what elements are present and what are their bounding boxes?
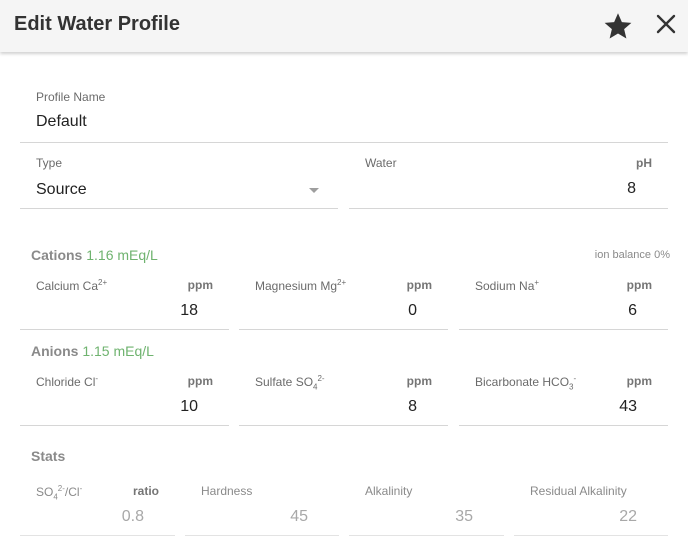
residual-alkalinity-field: Residual Alkalinity 22 xyxy=(514,481,668,536)
chevron-down-icon xyxy=(309,188,319,193)
hardness-field: Hardness 45 xyxy=(185,481,339,536)
water-ph-field[interactable]: Water pH 8 xyxy=(349,153,668,209)
sulfate-label: Sulfate SO42- xyxy=(255,374,325,392)
anions-header: Anions 1.15 mEq/L xyxy=(31,343,154,359)
so4-cl-ratio-value: 0.8 xyxy=(121,508,144,525)
magnesium-unit: ppm xyxy=(406,278,432,292)
cations-header: Cations 1.16 mEq/L xyxy=(31,247,158,263)
sodium-input[interactable]: 6 xyxy=(628,302,637,320)
calcium-input[interactable]: 18 xyxy=(180,302,198,320)
ph-unit: pH xyxy=(636,156,652,170)
sulfate-unit: ppm xyxy=(406,374,432,388)
ratio-unit: ratio xyxy=(132,484,159,498)
anions-title: Anions xyxy=(31,343,79,359)
magnesium-label: Magnesium Mg2+ xyxy=(255,278,347,293)
chloride-label: Chloride Cl- xyxy=(36,374,99,389)
profile-name-input[interactable]: Default xyxy=(36,113,87,131)
alkalinity-label: Alkalinity xyxy=(365,484,413,498)
chloride-field[interactable]: Chloride Cl- ppm 10 xyxy=(20,371,229,426)
bicarbonate-input[interactable]: 43 xyxy=(619,398,637,416)
magnesium-input[interactable]: 0 xyxy=(408,302,417,320)
sodium-label: Sodium Na+ xyxy=(475,278,540,293)
alkalinity-value: 35 xyxy=(455,508,473,525)
calcium-label: Calcium Ca2+ xyxy=(36,278,108,293)
sodium-unit: ppm xyxy=(626,278,652,292)
bicarbonate-unit: ppm xyxy=(626,374,652,388)
chloride-input[interactable]: 10 xyxy=(180,398,198,416)
stats-header: Stats xyxy=(31,448,66,464)
residual-alkalinity-value: 22 xyxy=(619,508,637,525)
type-label: Type xyxy=(36,156,63,170)
so4-cl-ratio-label: SO42-/Cl- xyxy=(36,484,83,502)
bicarbonate-label: Bicarbonate HCO3- xyxy=(475,374,577,392)
alkalinity-field: Alkalinity 35 xyxy=(349,481,504,536)
ph-input[interactable]: 8 xyxy=(627,180,636,198)
sulfate-field[interactable]: Sulfate SO42- ppm 8 xyxy=(239,371,448,426)
so4-cl-ratio-field: SO42-/Cl- ratio 0.8 xyxy=(20,481,175,536)
dialog-header: Edit Water Profile xyxy=(0,0,688,52)
cations-title: Cations xyxy=(31,247,83,263)
profile-name-field[interactable]: Profile Name Default xyxy=(20,87,668,143)
ion-balance: ion balance 0% xyxy=(594,249,670,261)
calcium-field[interactable]: Calcium Ca2+ ppm 18 xyxy=(20,275,229,330)
anions-meq: 1.15 mEq/L xyxy=(82,343,154,359)
type-select[interactable]: Type Source xyxy=(20,153,338,209)
hardness-label: Hardness xyxy=(201,484,253,498)
calcium-unit: ppm xyxy=(187,278,213,292)
magnesium-field[interactable]: Magnesium Mg2+ ppm 0 xyxy=(239,275,448,330)
water-label: Water xyxy=(365,156,397,170)
chloride-unit: ppm xyxy=(187,374,213,388)
type-value: Source xyxy=(36,181,87,198)
profile-name-label: Profile Name xyxy=(36,90,106,104)
residual-alkalinity-label: Residual Alkalinity xyxy=(530,484,627,498)
sodium-field[interactable]: Sodium Na+ ppm 6 xyxy=(459,275,668,330)
cations-meq: 1.16 mEq/L xyxy=(86,247,158,263)
close-icon[interactable] xyxy=(654,12,678,36)
bicarbonate-field[interactable]: Bicarbonate HCO3- ppm 43 xyxy=(459,371,668,426)
star-icon[interactable] xyxy=(603,11,633,41)
dialog-title: Edit Water Profile xyxy=(14,13,180,35)
hardness-value: 45 xyxy=(290,508,308,525)
sulfate-input[interactable]: 8 xyxy=(408,398,417,416)
